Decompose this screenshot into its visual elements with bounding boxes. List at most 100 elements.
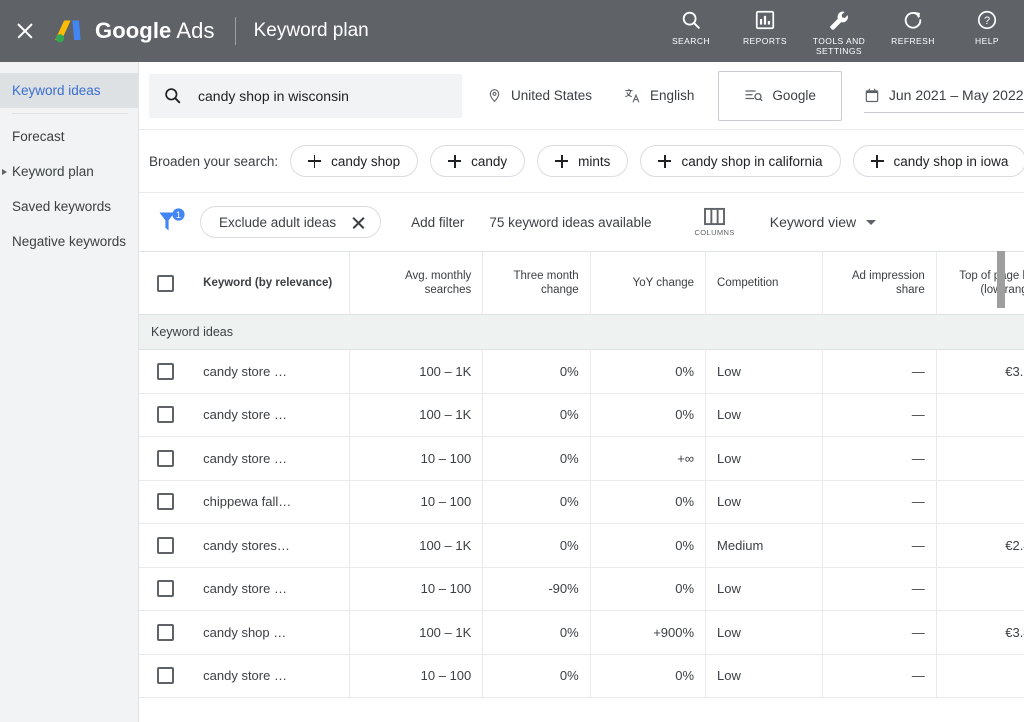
tools-and-settings-button[interactable]: TOOLS AND SETTINGS [802, 7, 876, 56]
column-header-three-month-change[interactable]: Three month change [482, 251, 591, 315]
broaden-chip-label: candy shop [331, 153, 401, 169]
columns-label: COLUMNS [694, 228, 735, 237]
refresh-button[interactable]: REFRESH [876, 7, 950, 46]
sidebar: Keyword ideas Forecast Keyword plan Save… [0, 62, 139, 722]
search-input[interactable]: candy shop in wisconsin [149, 73, 462, 118]
columns-button[interactable]: COLUMNS [694, 207, 734, 237]
broaden-chip-candy-shop[interactable]: candy shop [290, 145, 419, 177]
table-row[interactable]: candy stores… 100 – 1K 0% 0% Medium — €2… [139, 523, 1024, 568]
calendar-icon [864, 87, 880, 104]
sidebar-item-negative-keywords[interactable]: Negative keywords [0, 224, 138, 259]
cell-ad-impression-share: — [822, 567, 937, 611]
cell-three-month-change: 0% [482, 610, 591, 655]
row-select-cell[interactable] [139, 654, 193, 698]
broaden-chip-mints[interactable]: mints [537, 145, 629, 177]
page-title: Keyword plan [253, 20, 369, 41]
body: Keyword ideas Forecast Keyword plan Save… [0, 62, 1024, 722]
table-vertical-scrollbar[interactable] [997, 251, 1005, 308]
cell-yoy-change: +∞ [590, 436, 707, 481]
tools-and-settings-button-label: TOOLS AND SETTINGS [812, 36, 866, 56]
row-select-cell[interactable] [139, 480, 193, 524]
row-select-cell[interactable] [139, 393, 193, 437]
search-icon [680, 7, 702, 33]
search-button[interactable]: SEARCH [654, 7, 728, 46]
select-all-checkbox[interactable] [157, 274, 175, 292]
sidebar-item-forecast[interactable]: Forecast [0, 119, 138, 154]
close-icon[interactable] [352, 216, 365, 229]
column-header-yoy-change[interactable]: YoY change [590, 251, 707, 315]
row-select-cell[interactable] [139, 436, 193, 481]
row-select-cell[interactable] [139, 523, 193, 568]
cell-three-month-change: 0% [482, 480, 591, 524]
cell-competition: Low [705, 436, 823, 481]
row-checkbox[interactable] [157, 406, 175, 424]
close-icon[interactable] [14, 20, 36, 42]
table-row[interactable]: candy store … 10 – 100 0% 0% Low — — [139, 654, 1024, 698]
column-header-top-of-page-bid-low[interactable]: Top of page bid (low range) [936, 251, 1024, 315]
table-row[interactable]: chippewa fall… 10 – 100 0% 0% Low — — [139, 480, 1024, 524]
column-header-competition[interactable]: Competition [705, 251, 823, 315]
table-row[interactable]: candy store … 100 – 1K 0% 0% Low — €3.61 [139, 349, 1024, 394]
reports-button-label: REPORTS [742, 36, 788, 46]
table-row[interactable]: candy store … 100 – 1K 0% 0% Low — — [139, 393, 1024, 437]
row-checkbox[interactable] [157, 449, 175, 467]
sidebar-item-saved-keywords[interactable]: Saved keywords [0, 189, 138, 224]
cell-yoy-change: 0% [590, 480, 707, 524]
keyword-table-body: Keyword ideas candy store … 100 – 1K 0% … [139, 314, 1024, 698]
table-row[interactable]: candy store … 10 – 100 -90% 0% Low — — [139, 567, 1024, 611]
broaden-chip-candy-shop-in-california[interactable]: candy shop in california [640, 145, 841, 177]
location-label: United States [511, 88, 593, 103]
active-filter-chip[interactable]: Exclude adult ideas [200, 206, 382, 238]
plus-icon [308, 154, 322, 168]
chevron-right-icon [2, 168, 7, 175]
row-select-cell[interactable] [139, 567, 193, 611]
sidebar-item-keyword-ideas[interactable]: Keyword ideas [0, 73, 138, 108]
cell-ad-impression-share: — [822, 654, 937, 698]
broaden-chip-candy-shop-in-iowa[interactable]: candy shop in iowa [852, 145, 1024, 177]
keyword-table-head: Keyword (by relevance) Avg. monthly sear… [139, 251, 1024, 315]
date-range-selector[interactable]: Jun 2021 – May 2022 [863, 79, 1024, 113]
cell-three-month-change: 0% [482, 393, 591, 437]
view-selector[interactable]: Keyword view [770, 214, 877, 230]
add-filter-button[interactable]: Add filter [411, 215, 464, 230]
table-row[interactable]: candy store … 10 – 100 0% +∞ Low — — [139, 436, 1024, 481]
keyword-text: candy store … [203, 581, 287, 597]
brand-ads: Ads [176, 18, 215, 43]
column-header-keyword[interactable]: Keyword (by relevance) [192, 251, 350, 315]
help-button[interactable]: ? HELP [950, 7, 1024, 46]
table-row[interactable]: candy shop … 100 – 1K 0% +900% Low — €3.… [139, 610, 1024, 655]
cell-avg-monthly-searches: 100 – 1K [349, 393, 484, 437]
cell-avg-monthly-searches: 100 – 1K [349, 610, 484, 655]
brand-google: Google [95, 18, 172, 43]
network-label: Google [772, 88, 816, 103]
keyword-table-container[interactable]: Keyword (by relevance) Avg. monthly sear… [139, 251, 1024, 722]
cell-yoy-change: 0% [590, 567, 707, 611]
row-select-cell[interactable] [139, 610, 193, 655]
network-selector[interactable]: Google [718, 70, 842, 121]
row-select-cell[interactable] [139, 349, 193, 394]
cell-three-month-change: -90% [482, 567, 591, 611]
cell-ad-impression-share: — [822, 610, 937, 655]
row-checkbox[interactable] [157, 493, 175, 511]
broaden-chip-label: candy [471, 153, 508, 169]
row-checkbox[interactable] [157, 536, 175, 554]
filter-toolbar: 1 Exclude adult ideas Add filter 75 keyw… [139, 193, 1024, 251]
reports-button[interactable]: REPORTS [728, 7, 802, 46]
column-header-avg-monthly-searches[interactable]: Avg. monthly searches [349, 251, 484, 315]
column-header-ad-impression-share[interactable]: Ad impression share [822, 251, 937, 315]
table-header-row: Keyword (by relevance) Avg. monthly sear… [139, 251, 1024, 315]
sidebar-item-label: Keyword plan [12, 164, 94, 179]
select-all-cell[interactable] [139, 251, 193, 315]
broaden-chip-candy[interactable]: candy [430, 145, 526, 177]
sidebar-item-keyword-plan[interactable]: Keyword plan [0, 154, 138, 189]
row-checkbox[interactable] [157, 623, 175, 641]
filter-funnel-button[interactable]: 1 [149, 208, 195, 236]
row-checkbox[interactable] [157, 362, 175, 380]
location-selector[interactable]: United States [487, 87, 592, 104]
row-checkbox[interactable] [157, 580, 175, 598]
appbar-divider [234, 17, 236, 45]
row-checkbox[interactable] [157, 667, 175, 685]
cell-ad-impression-share: — [822, 523, 937, 568]
language-selector[interactable]: English [624, 87, 694, 104]
svg-text:?: ? [984, 15, 990, 27]
